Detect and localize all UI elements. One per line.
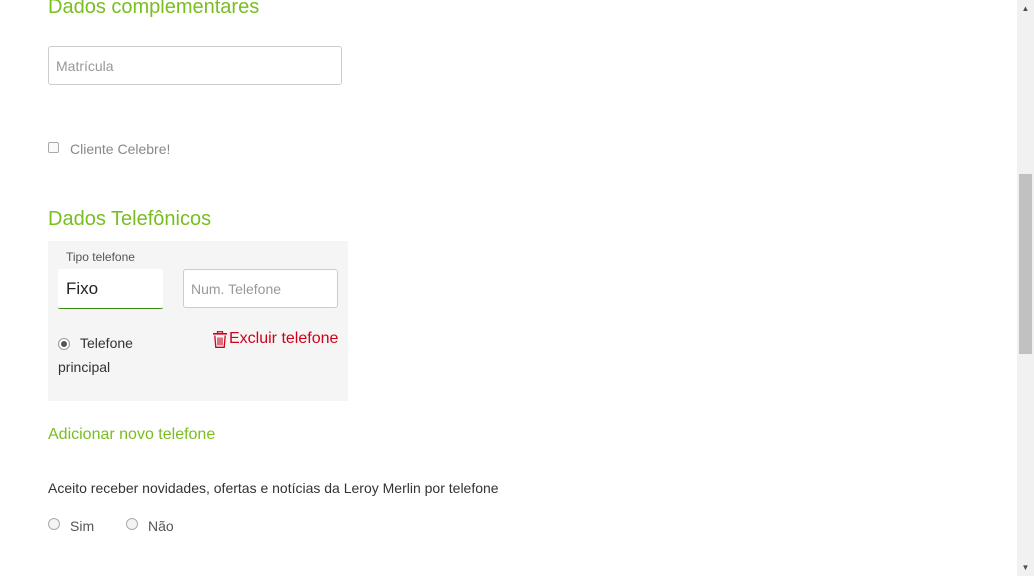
- section-title-telefonicos: Dados Telefônicos: [48, 208, 212, 230]
- consent-nao-radio[interactable]: [126, 518, 138, 530]
- consent-sim-radio[interactable]: [48, 518, 60, 530]
- num-telefone-input[interactable]: [183, 269, 338, 308]
- excluir-telefone-label: Excluir telefone: [229, 330, 339, 347]
- telefone-principal-label-line1: Telefone: [80, 335, 133, 351]
- vertical-scrollbar[interactable]: ▲ ▼: [1017, 0, 1034, 576]
- tipo-telefone-select[interactable]: Fixo: [58, 269, 163, 309]
- consent-nao-label: Não: [148, 518, 174, 534]
- telefone-principal-radio[interactable]: [58, 337, 70, 350]
- cliente-celebre-checkbox-row[interactable]: Cliente Celebre!: [48, 139, 171, 157]
- scroll-down-arrow-icon[interactable]: ▼: [1017, 559, 1034, 576]
- cliente-celebre-checkbox[interactable]: [48, 141, 59, 153]
- consent-sim-label: Sim: [70, 518, 95, 534]
- scrollbar-thumb[interactable]: [1019, 174, 1032, 354]
- tipo-telefone-value: Fixo: [66, 279, 99, 298]
- cliente-celebre-label: Cliente Celebre!: [70, 141, 171, 157]
- telefone-principal-option[interactable]: Telefone principal: [58, 331, 168, 379]
- scroll-up-arrow-icon[interactable]: ▲: [1017, 0, 1034, 17]
- excluir-telefone-button[interactable]: Excluir telefone: [212, 330, 338, 348]
- trash-icon: [213, 330, 227, 348]
- telefone-principal-label-line2: principal: [58, 359, 111, 375]
- section-title-complementares: Dados complementares: [48, 0, 260, 18]
- consent-option-sim[interactable]: Sim: [48, 516, 95, 534]
- matricula-input[interactable]: [48, 46, 342, 85]
- form-page: Dados complementares Cliente Celebre! Da…: [0, 0, 1017, 576]
- consent-text: Aceito receber novidades, ofertas e notí…: [48, 480, 499, 496]
- phone-card: Tipo telefone Fixo Telefone principal Ex…: [48, 241, 348, 401]
- tipo-telefone-label: Tipo telefone: [66, 250, 135, 264]
- consent-option-nao[interactable]: Não: [126, 516, 174, 534]
- adicionar-telefone-link[interactable]: Adicionar novo telefone: [48, 426, 215, 444]
